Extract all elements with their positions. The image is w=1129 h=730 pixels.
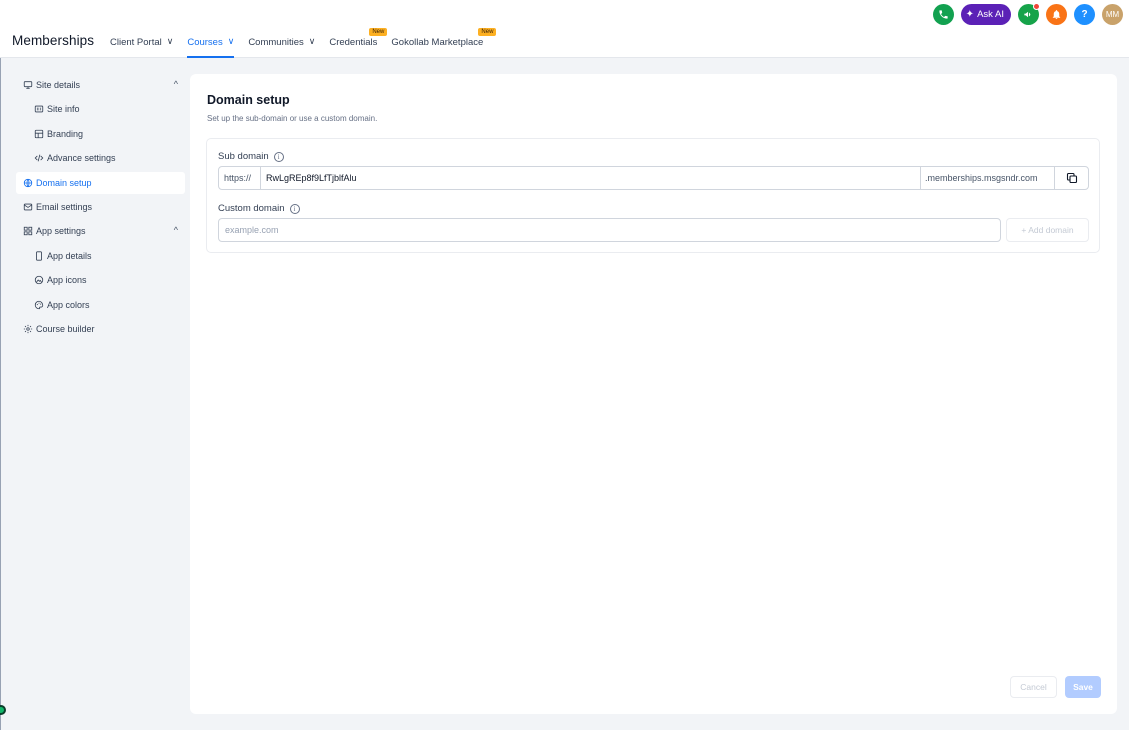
save-button[interactable]: Save <box>1065 676 1101 698</box>
sidebar-item-app-details[interactable]: App details <box>16 245 186 267</box>
nav-gokollab-marketplace[interactable]: Gokollab Marketplace New <box>391 28 497 58</box>
copy-button[interactable] <box>1054 167 1088 189</box>
id-card-icon <box>34 104 44 114</box>
new-badge: New <box>478 28 497 36</box>
settings-sidebar: Site details ^ Site info Branding Advanc… <box>16 74 186 342</box>
gear-icon <box>23 324 33 334</box>
sidebar-item-label: Course builder <box>36 323 95 334</box>
ask-ai-button[interactable]: ✦ Ask AI <box>960 4 1011 25</box>
nav-marketplace-label: Gokollab Marketplace <box>391 37 484 48</box>
sidebar-item-app-icons[interactable]: App icons <box>16 269 186 291</box>
protocol-prefix: https:// <box>219 167 261 189</box>
sidebar-item-label: Advance settings <box>47 153 116 164</box>
custom-domain-label: Custom domain i <box>218 203 300 214</box>
ask-ai-label: Ask AI <box>977 9 1004 20</box>
sparkle-icon: ✦ <box>965 9 975 20</box>
sidebar-item-domain-setup[interactable]: Domain setup <box>16 171 185 194</box>
page-title: Domain setup <box>207 93 290 107</box>
header-actions: ✦ Ask AI ? MM <box>926 3 1123 25</box>
sidebar-item-label: Branding <box>47 128 84 139</box>
sidebar-item-label: App colors <box>47 299 90 310</box>
sidebar-item-label: App details <box>47 250 92 261</box>
help-button[interactable]: ? <box>1074 4 1095 25</box>
notification-dot <box>1033 3 1040 10</box>
nav-client-portal[interactable]: Client Portal ∨ <box>110 28 173 58</box>
sidebar-item-app-colors[interactable]: App colors <box>16 294 186 316</box>
domain-setup-panel: Domain setup Set up the sub-domain or us… <box>190 74 1117 714</box>
copy-icon <box>1066 172 1077 184</box>
sidebar-item-app-settings[interactable]: App settings ^ <box>16 220 186 242</box>
avatar[interactable]: MM <box>1102 4 1123 25</box>
cancel-button[interactable]: Cancel <box>1010 676 1057 698</box>
sidebar-item-course-builder[interactable]: Course builder <box>16 318 186 340</box>
domain-card: Sub domain i https:// .memberships.msgsn… <box>206 138 1100 253</box>
custom-domain-input[interactable] <box>218 218 1001 242</box>
top-nav: Client Portal ∨ Courses ∨ Communities ∨ … <box>110 28 497 58</box>
sidebar-item-label: Site details <box>36 80 81 90</box>
page-subtitle: Set up the sub-domain or use a custom do… <box>207 114 378 123</box>
chevron-down-icon: ∨ <box>308 36 316 46</box>
help-icon: ? <box>1081 9 1088 20</box>
top-header: Memberships Client Portal ∨ Courses ∨ Co… <box>0 0 1129 58</box>
sidebar-item-label: Email settings <box>36 201 93 212</box>
chevron-down-icon: ∨ <box>166 36 174 46</box>
nav-client-portal-label: Client Portal <box>110 37 162 48</box>
sidebar-item-email-settings[interactable]: Email settings <box>16 196 186 218</box>
new-badge: New <box>369 28 388 36</box>
nav-communities[interactable]: Communities ∨ <box>248 28 315 58</box>
sidebar-item-label: Site info <box>47 104 80 115</box>
add-domain-button[interactable]: + Add domain <box>1006 218 1089 242</box>
sidebar-item-label: App icons <box>47 275 87 286</box>
info-icon[interactable]: i <box>289 203 300 214</box>
palette-icon <box>34 300 44 310</box>
sidebar-item-label: Domain setup <box>36 177 92 188</box>
info-icon[interactable]: i <box>273 151 284 162</box>
sidebar-item-label: App settings <box>36 226 86 237</box>
megaphone-icon <box>1024 11 1031 18</box>
custom-domain-label-text: Custom domain <box>218 203 285 214</box>
bell-icon <box>1052 10 1061 20</box>
nav-communities-label: Communities <box>248 37 304 48</box>
chevron-up-icon[interactable]: ^ <box>174 225 178 235</box>
globe-icon <box>23 178 33 188</box>
image-icon <box>34 275 44 285</box>
grid-icon <box>23 226 33 236</box>
domain-suffix: .memberships.msgsndr.com <box>920 167 1054 189</box>
chevron-down-icon: ∨ <box>227 36 235 46</box>
notifications-button[interactable] <box>1046 4 1067 25</box>
sub-domain-input[interactable] <box>261 167 920 189</box>
nav-courses-label: Courses <box>187 37 223 48</box>
announcements-button[interactable] <box>1018 3 1040 25</box>
nav-courses[interactable]: Courses ∨ <box>187 28 235 58</box>
sidebar-item-site-info[interactable]: Site info <box>16 98 186 120</box>
chevron-up-icon[interactable]: ^ <box>174 79 178 89</box>
layout-icon <box>34 129 44 139</box>
sub-domain-field: https:// .memberships.msgsndr.com <box>218 166 1089 190</box>
sidebar-item-site-details[interactable]: Site details ^ <box>16 74 186 96</box>
sub-domain-label-text: Sub domain <box>218 151 269 162</box>
avatar-initials: MM <box>1105 10 1120 19</box>
sidebar-item-advance-settings[interactable]: Advance settings <box>16 147 186 169</box>
code-icon <box>34 153 44 163</box>
mail-icon <box>23 202 33 212</box>
sub-domain-label: Sub domain i <box>218 151 284 162</box>
window-left-edge <box>0 58 1 730</box>
phone-icon <box>939 10 948 19</box>
phone-device-icon <box>34 251 44 261</box>
phone-button[interactable] <box>932 4 954 25</box>
sidebar-item-branding[interactable]: Branding <box>16 123 186 145</box>
nav-credentials[interactable]: Credentials New <box>329 28 388 58</box>
monitor-icon <box>23 80 33 90</box>
app-title: Memberships <box>12 33 95 48</box>
nav-credentials-label: Credentials <box>329 37 378 48</box>
status-dot <box>0 705 6 715</box>
